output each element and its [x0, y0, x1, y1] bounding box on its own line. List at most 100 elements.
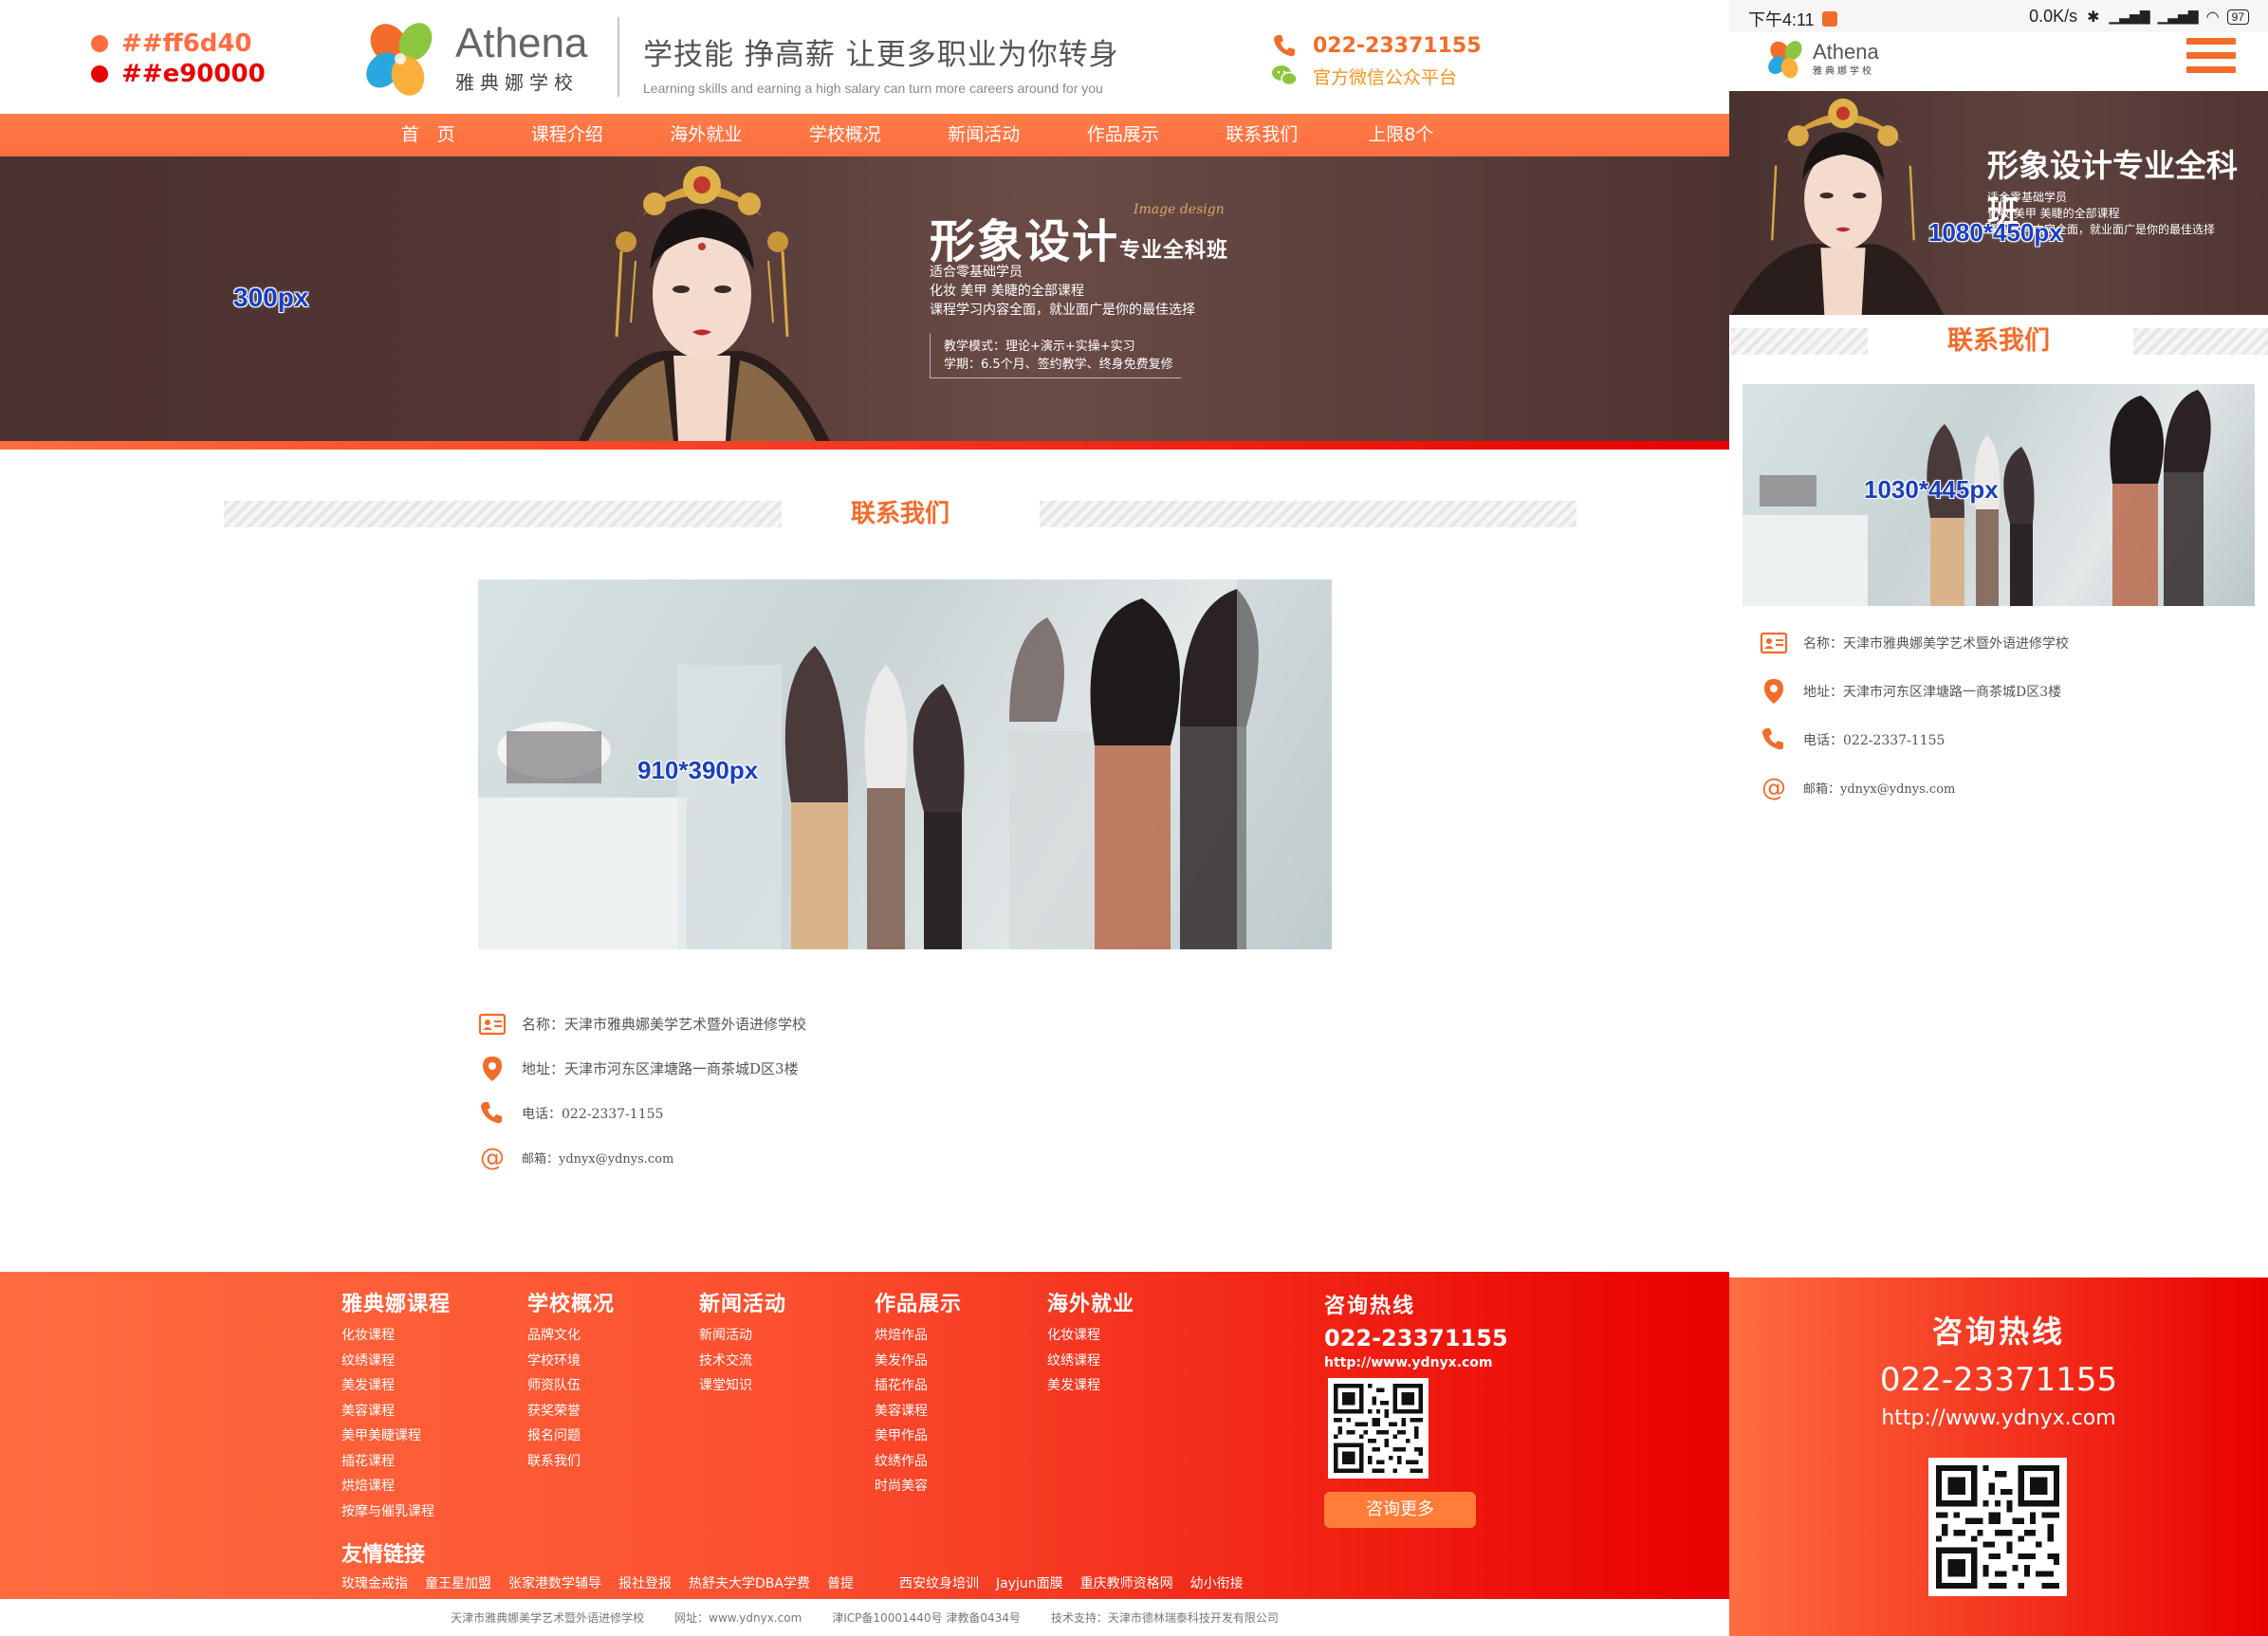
id-card-icon	[1760, 632, 1788, 653]
slogan: 学技能 挣高薪 让更多职业为你转身 Learning skills and ea…	[643, 30, 1119, 96]
friend-link[interactable]: 西安纹身培训	[899, 1573, 979, 1592]
mobile-contact-info-list: 名称：天津市雅典娜美学艺术暨外语进修学校 地址：天津市河东区津塘路一商茶城D区3…	[1760, 618, 2069, 812]
friend-link[interactable]: 童王星加盟	[425, 1573, 491, 1592]
footer-link[interactable]: 按摩与催乳课程	[341, 1499, 451, 1525]
nav-item-courses[interactable]: 课程介绍	[498, 114, 637, 156]
qr-code-icon	[1936, 1465, 2059, 1589]
nav-item-home[interactable]: 首 页	[359, 114, 498, 156]
friend-link[interactable]: 张家港数学辅导	[508, 1573, 601, 1592]
photo-size-label: 910*390px	[637, 756, 759, 784]
friend-link[interactable]: 普提	[827, 1573, 854, 1592]
footer-link[interactable]: 品牌文化	[527, 1323, 615, 1349]
footer-link[interactable]: 美发作品	[875, 1349, 962, 1374]
footer-col-courses: 雅典娜课程 化妆课程 纹绣课程 美发课程 美容课程 美甲美睫课程 插花课程 烘焙…	[341, 1287, 451, 1524]
hamburger-menu-icon[interactable]	[2186, 38, 2236, 80]
mobile-qr-code	[1928, 1458, 2067, 1596]
contact-email-row: @ 邮箱：ydnyx@ydnys.com	[1761, 773, 1956, 802]
desktop-mockup: ##ff6d40 ##e90000 Athena 雅典娜学校 学技能 挣高薪 让…	[0, 0, 1729, 1636]
mobile-photo-size-label: 1030*445px	[1864, 475, 1999, 504]
footer-link[interactable]: 获奖荣誉	[527, 1399, 615, 1425]
footer-link[interactable]: 美发课程	[1047, 1373, 1134, 1399]
friend-link[interactable]: 玫瑰金戒指	[341, 1573, 408, 1592]
wechat-icon	[1272, 65, 1298, 86]
footer-link[interactable]: 报名问题	[527, 1424, 615, 1449]
contact-address-row: 地址：天津市河东区津塘路一商茶城D区3楼	[1760, 667, 2069, 715]
contact-address-row: 地址：天津市河东区津塘路一商茶城D区3楼	[478, 1046, 806, 1091]
nav-item-overseas[interactable]: 海外就业	[636, 114, 776, 156]
nav-item-works[interactable]: 作品展示	[1054, 114, 1193, 156]
friend-link[interactable]: 重庆教师资格网	[1080, 1573, 1173, 1592]
nav-item-limit-note[interactable]: 上限8个	[1332, 114, 1471, 156]
mobile-footer: 咨询热线 022-23371155 http://www.ydnyx.com	[1729, 1278, 2268, 1636]
status-time: 下午4:11	[1748, 10, 1815, 29]
header-contact: 022-23371155 官方微信公众平台	[1271, 30, 1482, 91]
color-swatches: ##ff6d40 ##e90000	[91, 28, 266, 89]
website-link[interactable]: http://www.ydnyx.com	[1324, 1355, 1508, 1370]
footer-link[interactable]: 插花作品	[875, 1373, 962, 1399]
footer-link[interactable]: 化妆课程	[1047, 1323, 1134, 1349]
svg-text:@: @	[480, 1144, 505, 1172]
bluetooth-icon: ✱	[2087, 9, 2100, 26]
swatch-dot-icon	[91, 65, 108, 83]
footer-link[interactable]: 时尚美容	[875, 1474, 962, 1499]
footer-link[interactable]: 美容课程	[341, 1399, 451, 1425]
swatch-secondary: ##e90000	[91, 59, 266, 89]
contact-photo: 910*390px	[478, 579, 1332, 949]
phone-icon	[1274, 35, 1295, 57]
banner-title-suffix: 专业全科班	[1119, 239, 1229, 263]
header-wechat-link[interactable]: 官方微信公众平台	[1313, 64, 1457, 89]
footer-link[interactable]: 化妆课程	[341, 1323, 451, 1349]
friend-link[interactable]: 报社登报	[618, 1573, 672, 1592]
footer-link[interactable]: 美容课程	[875, 1399, 962, 1425]
footer-link[interactable]: 美甲美睫课程	[341, 1424, 451, 1449]
id-card-icon	[478, 1013, 507, 1035]
qr-code	[1328, 1378, 1429, 1479]
footer-link[interactable]: 课堂知识	[699, 1373, 786, 1399]
footer-link[interactable]: 技术交流	[699, 1349, 786, 1374]
swatch-primary: ##ff6d40	[91, 28, 266, 59]
friend-link[interactable]: 幼小衔接	[1190, 1573, 1244, 1592]
banner-script-text: Image design	[1134, 202, 1225, 217]
petal-logo-icon	[366, 23, 433, 96]
mobile-banner: 形象设计专业全科班 适合零基础学员 化妆 美甲 美睫的全部课程 课程学习内容全面…	[1729, 91, 2268, 315]
footer-link[interactable]: 烘焙课程	[341, 1474, 451, 1499]
qr-code-icon	[1334, 1384, 1423, 1473]
slogan-chinese: 学技能 挣高薪 让更多职业为你转身	[643, 38, 1119, 72]
phone-icon	[481, 1101, 502, 1123]
contact-email-row: @ 邮箱：ydnyx@ydnys.com	[480, 1143, 674, 1172]
location-pin-icon	[483, 1056, 502, 1081]
signal-2-icon: ▁▃▅▇	[2157, 9, 2199, 24]
mobile-section-heading: 联系我们	[1729, 322, 2268, 360]
footer-link[interactable]: 纹绣课程	[341, 1349, 451, 1374]
footer-link[interactable]: 纹绣课程	[1047, 1349, 1134, 1374]
nav-item-about[interactable]: 学校概况	[776, 114, 915, 156]
hotline-number[interactable]: 022-23371155	[1324, 1325, 1508, 1351]
footer-link[interactable]: 新闻活动	[699, 1323, 786, 1349]
model-illustration	[579, 166, 830, 441]
logo-english: Athena	[455, 19, 588, 66]
footer-link[interactable]: 纹绣作品	[875, 1449, 962, 1475]
mobile-website-link[interactable]: http://www.ydnyx.com	[1729, 1406, 2268, 1430]
footer-link[interactable]: 联系我们	[527, 1449, 615, 1475]
footer-link[interactable]: 美发课程	[341, 1373, 451, 1399]
banner-mode-box: 教学模式：理论+演示+实操+实习 学期：6.5个月、签约教学、终身免费复修	[930, 334, 1181, 378]
footer-link[interactable]: 烘焙作品	[875, 1323, 962, 1349]
mobile-logo[interactable]: Athena 雅典娜学校	[1765, 38, 1879, 80]
site-logo[interactable]: Athena 雅典娜学校	[360, 17, 587, 99]
footer-col-overseas: 海外就业 化妆课程 纹绣课程 美发课程	[1047, 1287, 1134, 1399]
footer-link[interactable]: 师资队伍	[527, 1373, 615, 1399]
mobile-hotline-number[interactable]: 022-23371155	[1729, 1361, 2268, 1399]
footer-link[interactable]: 学校环境	[527, 1349, 615, 1374]
footer-link[interactable]: 插花课程	[341, 1449, 451, 1475]
phone-icon	[1762, 727, 1783, 749]
nav-item-news[interactable]: 新闻活动	[914, 114, 1054, 156]
mobile-header: Athena 雅典娜学校	[1729, 32, 2268, 91]
nav-item-contact[interactable]: 联系我们	[1192, 114, 1332, 156]
footer-link[interactable]: 美甲作品	[875, 1424, 962, 1449]
slogan-english: Learning skills and earning a high salar…	[643, 81, 1103, 96]
header-phone[interactable]: 022-23371155	[1313, 34, 1482, 58]
consult-more-button[interactable]: 咨询更多	[1324, 1492, 1476, 1528]
friend-link[interactable]: 热舒夫大学DBA学费	[689, 1573, 810, 1592]
battery-icon: 97	[2226, 9, 2249, 25]
friend-link[interactable]: Jayjun面膜	[996, 1573, 1063, 1592]
